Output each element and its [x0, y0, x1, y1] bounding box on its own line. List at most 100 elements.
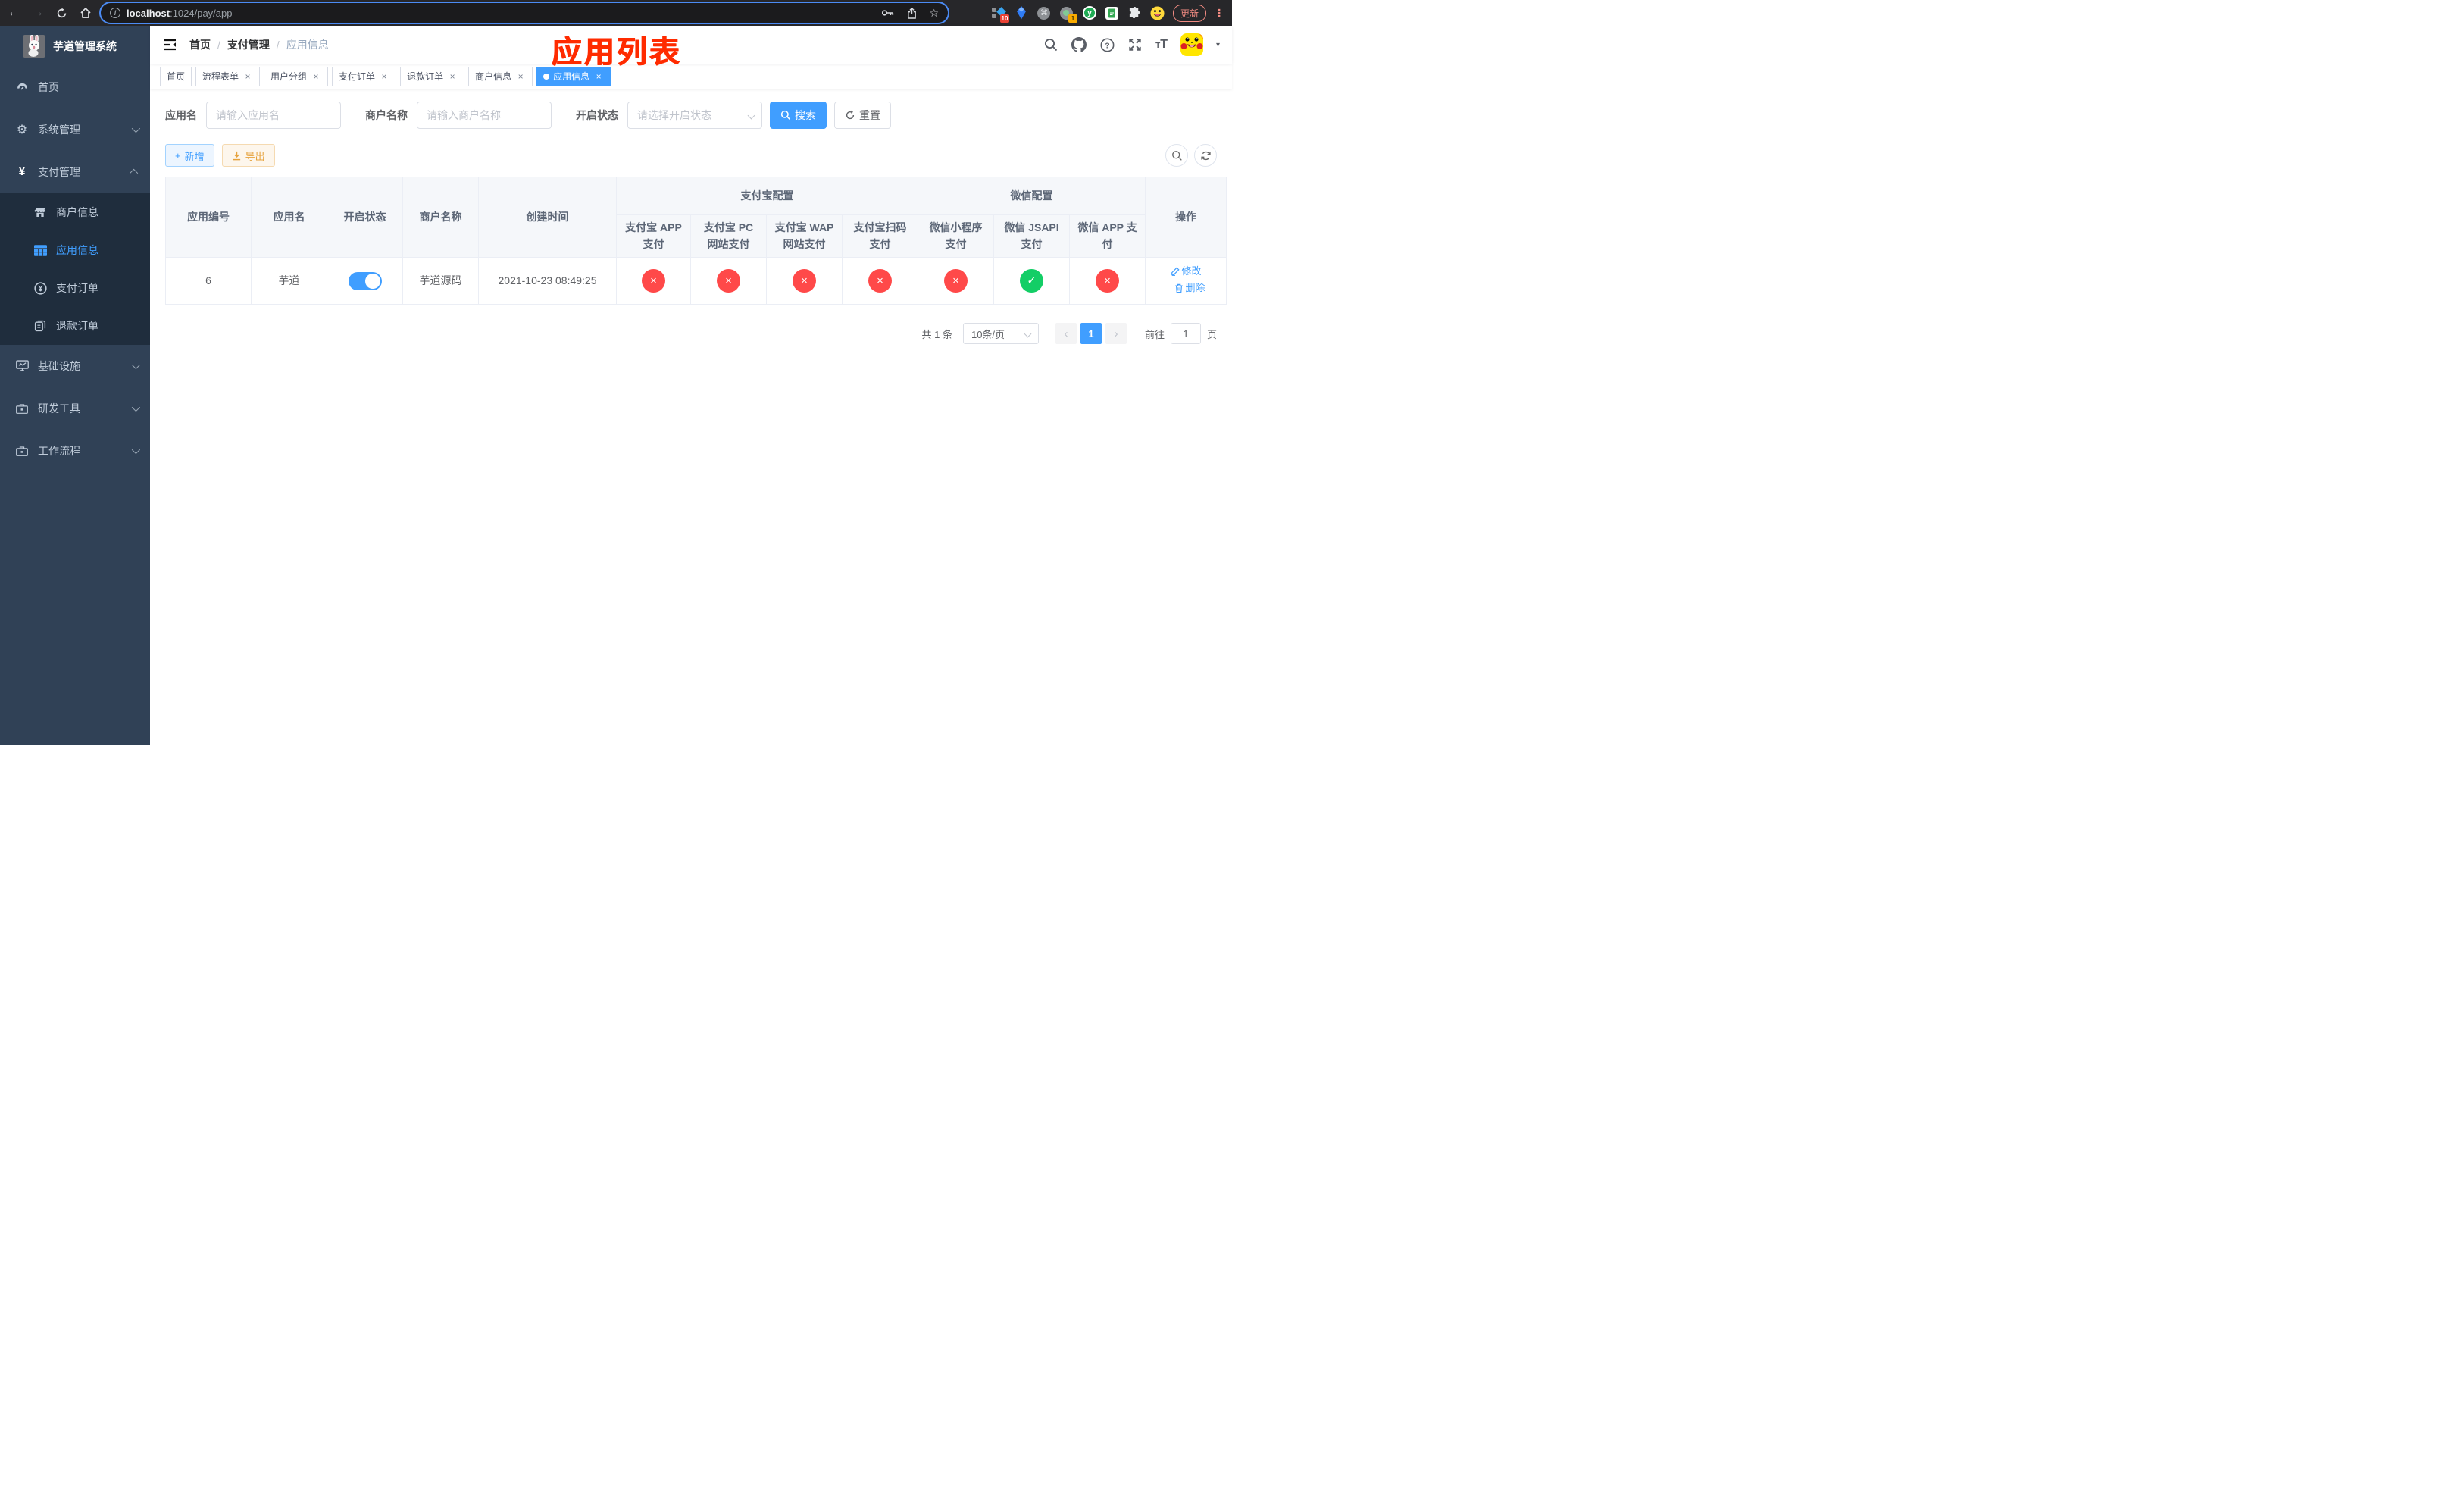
tags-view: 首页 流程表单 × 用户分组 × 支付订单 × 退款订单 × 商户信息 × 应用信息 ×: [150, 64, 1232, 89]
address-bar[interactable]: i localhost:1024/pay/app ☆: [101, 3, 948, 23]
col-wx-app: 微信 APP 支付: [1068, 214, 1146, 258]
extension-command-icon[interactable]: ⌘: [1037, 5, 1052, 20]
tab-app-info[interactable]: 应用信息 ×: [536, 66, 611, 86]
add-button[interactable]: + 新增: [165, 144, 214, 167]
goto-label: 前往: [1144, 328, 1165, 340]
col-actions: 操作: [1145, 177, 1227, 258]
extension-y-icon[interactable]: y: [1082, 5, 1097, 20]
sidebar-item-merchant-info[interactable]: 商户信息: [0, 193, 150, 231]
yen-icon: ¥: [18, 165, 26, 178]
site-info-icon[interactable]: i: [110, 8, 120, 18]
close-icon[interactable]: ×: [593, 71, 604, 82]
browser-menu-icon[interactable]: ⋮: [1214, 7, 1224, 20]
page-size-select[interactable]: 10条/页: [962, 323, 1039, 344]
extensions-puzzle-icon[interactable]: [1127, 5, 1143, 20]
merchant-name-input[interactable]: [417, 102, 552, 129]
cell-actions: 修改 删除: [1145, 257, 1227, 305]
browser-update-button[interactable]: 更新: [1172, 4, 1206, 22]
col-wx-lite: 微信小程序支付: [918, 214, 994, 258]
header-search-icon[interactable]: [1043, 37, 1058, 52]
close-icon[interactable]: ×: [515, 71, 526, 82]
close-icon[interactable]: ×: [447, 71, 458, 82]
cell-app-id: 6: [165, 257, 252, 305]
avatar-caret-icon[interactable]: ▾: [1216, 41, 1220, 49]
sidebar-item-infrastructure[interactable]: 基础设施: [0, 345, 150, 387]
close-icon[interactable]: ×: [311, 71, 321, 82]
tab-merchant-info[interactable]: 商户信息 ×: [468, 66, 533, 86]
col-created: 创建时间: [478, 177, 617, 258]
page-unit-label: 页: [1206, 328, 1217, 340]
status-icon: ×: [717, 269, 740, 293]
filter-form: 应用名 商户名称 开启状态 请选择开启状态 搜索: [165, 102, 1217, 129]
browser-back-button[interactable]: ←: [8, 7, 20, 19]
next-page-button[interactable]: ›: [1105, 323, 1127, 344]
col-group-wechat: 微信配置: [917, 177, 1146, 215]
github-icon[interactable]: [1071, 37, 1087, 52]
app-table: 应用编号 应用名 开启状态 商户名称 创建时间 支付宝配置 微信配置 操作 支付…: [165, 177, 1227, 305]
logo-avatar: [23, 34, 45, 58]
help-icon[interactable]: ?: [1099, 37, 1115, 52]
sidebar-item-app-info[interactable]: 应用信息: [0, 231, 150, 269]
app-name-input[interactable]: [206, 102, 341, 129]
tab-user-group[interactable]: 用户分组 ×: [264, 66, 329, 86]
browser-reload-button[interactable]: [56, 8, 67, 19]
delete-link[interactable]: 删除: [1174, 280, 1205, 296]
table-row: 6 芋道 芋道源码 2021-10-23 08:49:25 × × × × × …: [165, 257, 1227, 305]
page-container: 应用名 商户名称 开启状态 请选择开启状态 搜索: [150, 89, 1232, 745]
export-button[interactable]: 导出: [221, 144, 275, 167]
sidebar-item-system[interactable]: ⚙ 系统管理: [0, 108, 150, 151]
breadcrumb-home[interactable]: 首页: [189, 37, 211, 52]
sidebar-item-workflow[interactable]: 工作流程: [0, 430, 150, 472]
tab-pay-orders[interactable]: 支付订单 ×: [332, 66, 397, 86]
status-icon: ×: [642, 269, 665, 293]
col-group-alipay: 支付宝配置: [616, 177, 918, 215]
prev-page-button[interactable]: ‹: [1055, 323, 1077, 344]
sidebar-item-payment[interactable]: ¥ 支付管理: [0, 151, 150, 193]
goto-page-input[interactable]: [1170, 323, 1201, 344]
extension-emoji-icon[interactable]: [1150, 5, 1165, 20]
user-avatar[interactable]: [1180, 33, 1203, 56]
status-icon: ×: [793, 269, 816, 293]
col-app-id: 应用编号: [165, 177, 252, 258]
extension-notes-icon[interactable]: [1105, 5, 1120, 20]
table-toolbar: + 新增 导出: [165, 144, 1217, 167]
circled-yen-icon: [33, 281, 47, 295]
bookmark-star-icon[interactable]: ☆: [929, 8, 939, 18]
status-icon: ×: [868, 269, 892, 293]
sidebar-item-refund-orders[interactable]: 退款订单: [0, 307, 150, 345]
col-alipay-pc: 支付宝 PC 网站支付: [690, 214, 767, 258]
toggle-search-button[interactable]: [1165, 144, 1188, 167]
sidebar-logo[interactable]: 芋道管理系统: [0, 26, 150, 66]
tab-flow-form[interactable]: 流程表单 ×: [195, 66, 261, 86]
refresh-button[interactable]: [1194, 144, 1217, 167]
payment-submenu: 商户信息 应用信息 支付订单 退款订单: [0, 193, 150, 345]
share-icon[interactable]: [907, 7, 917, 19]
extension-balloon-icon[interactable]: [1014, 5, 1029, 20]
enabled-switch[interactable]: [348, 271, 382, 290]
reset-button[interactable]: 重置: [834, 102, 891, 129]
tab-refund-orders[interactable]: 退款订单 ×: [400, 66, 465, 86]
plus-icon: +: [175, 149, 181, 161]
sidebar-item-home[interactable]: 首页: [0, 66, 150, 108]
extension-recorder-icon[interactable]: 1: [1059, 5, 1077, 23]
search-button[interactable]: 搜索: [770, 102, 827, 129]
close-icon[interactable]: ×: [242, 71, 253, 82]
sidebar-item-pay-orders[interactable]: 支付订单: [0, 269, 150, 307]
tab-home[interactable]: 首页: [160, 66, 192, 86]
font-size-icon[interactable]: TT: [1155, 38, 1168, 52]
gear-icon: ⚙: [16, 124, 28, 136]
browser-chrome: ← → i localhost:1024/pay/app ☆ 10 ⌘ 1 y …: [0, 0, 1232, 26]
sidebar-collapse-icon[interactable]: [162, 37, 177, 52]
chevron-down-icon: [131, 402, 141, 412]
sidebar-item-dev-tools[interactable]: 研发工具: [0, 387, 150, 430]
fullscreen-icon[interactable]: [1127, 37, 1143, 52]
breadcrumb-payment[interactable]: 支付管理: [227, 37, 270, 52]
extension-blue-diamond-icon[interactable]: 10: [991, 5, 1009, 23]
close-icon[interactable]: ×: [379, 71, 389, 82]
status-select[interactable]: 请选择开启状态: [627, 102, 762, 129]
password-key-icon[interactable]: [881, 8, 895, 17]
edit-link[interactable]: 修改: [1171, 264, 1202, 279]
browser-home-button[interactable]: [80, 7, 92, 19]
page-number-button[interactable]: 1: [1080, 323, 1102, 344]
browser-forward-button[interactable]: →: [32, 7, 44, 19]
